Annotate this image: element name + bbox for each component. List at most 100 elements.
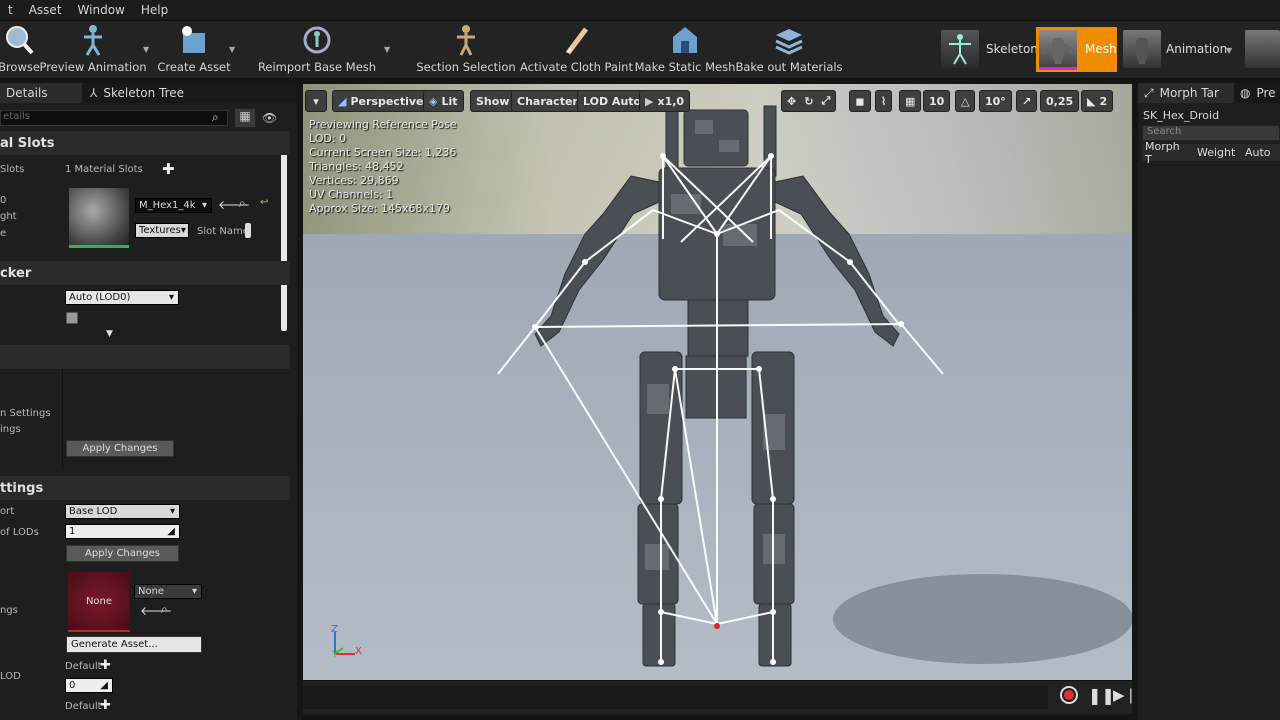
step-forward-icon[interactable]: ▶❘ [1113,686,1137,704]
tab-preview-scene[interactable]: ◍ Pre [1234,83,1280,103]
base-lod-value: Base LOD [69,506,118,517]
skeleton-mode-thumbnail[interactable] [941,30,979,68]
character-button[interactable]: Character [511,90,584,112]
apply-changes-button[interactable]: Apply Changes [66,440,174,457]
advanced-expand-icon[interactable]: ▼ [106,329,113,339]
menu-file[interactable]: t [0,3,21,17]
static-mesh-icon [673,27,697,53]
browse-lod-settings-search-icon[interactable]: ⌕ [161,602,168,617]
menu-asset[interactable]: Asset [21,3,70,17]
add-default-icon[interactable]: ✚ [100,658,111,673]
menu-help[interactable]: Help [133,3,176,17]
section-selection-icon [457,25,475,56]
lod-settings-thumbnail[interactable]: None [68,572,130,632]
base-lod-combo[interactable]: Base LOD ▾ [65,504,180,519]
timeline-track[interactable] [303,685,1048,709]
play-rate-button[interactable]: ▶ x1,0 [639,90,691,112]
material-thumbnail[interactable] [69,188,129,248]
reimport-dropdown-icon[interactable]: ▼ [384,45,390,54]
translate-icon[interactable]: ✥ [787,95,796,108]
scale-snap-icon: ↗ [1022,94,1032,108]
generate-asset-button[interactable]: Generate Asset... [66,636,202,653]
tab-morph-targets[interactable]: ⤢ Morph Tar [1138,83,1234,103]
scale-icon[interactable]: ⤢ [821,94,830,108]
create-asset-button[interactable]: Create Asset [157,21,231,79]
col-auto[interactable]: Auto [1239,146,1271,159]
grid-snap-value[interactable]: 10 [923,90,951,112]
apply-lod-changes-button[interactable]: Apply Changes [66,545,179,562]
material-combo[interactable]: M_Hex1_4k ▾ [135,198,212,213]
perspective-button[interactable]: ◢ Perspective [332,90,430,112]
lod-auto-button[interactable]: LOD Auto [577,90,648,112]
details-scrollbar[interactable] [281,135,287,331]
skeleton-mode-label[interactable]: Skeleton [986,42,1038,56]
world-local-button[interactable]: ◼ [849,90,871,112]
surface-snap-button[interactable]: ⌇ [875,90,893,112]
reset-icon[interactable]: ↩ [260,197,268,208]
bake-out-materials-button[interactable]: Bake out Materials [735,21,843,79]
add-default-icon[interactable]: ✚ [100,698,111,713]
lod-picker-combo[interactable]: Auto (LOD0) ▾ [65,290,179,305]
menu-window[interactable]: Window [70,3,133,17]
lod-index-input[interactable]: 0 ◢ [65,678,113,693]
mid-label-1: ings [0,424,21,435]
slot-name-input[interactable] [245,223,251,238]
textures-dropdown[interactable]: Textures ▾ [135,223,189,238]
lod-picker-header[interactable]: cker [0,261,290,285]
transform-tools: ✥ ↻ ⤢ [781,90,837,112]
scale-snap-button[interactable]: ↗ [1016,90,1038,112]
lod-settings-header[interactable]: ttings [0,476,290,500]
camera-speed-button[interactable]: ◣ 2 [1081,90,1114,112]
axis-z-label: Z [331,624,338,635]
globe-icon: ◍ [1240,86,1251,100]
lit-button[interactable]: ◈ Lit [423,90,464,112]
rotation-snap-label: 10° [985,94,1006,108]
tab-preview-scene-label: Pre [1256,86,1276,100]
show-button[interactable]: Show [470,90,516,112]
property-matrix-button[interactable]: ▦ [234,108,256,128]
preview-animation-button[interactable]: Preview Animation [39,21,147,79]
default-label-2: Default [65,701,102,712]
col-weight[interactable]: Weight [1179,146,1239,159]
tab-details[interactable]: Details [0,83,82,103]
animation-mode-label[interactable]: Animation [1166,42,1227,56]
col-morph-target[interactable]: Morph T [1142,140,1180,166]
animation-mode-dropdown-icon[interactable]: ▼ [1226,46,1232,55]
stat-screen-size: Current Screen Size: 1,236 [309,146,457,159]
physics-mode-thumbnail[interactable] [1245,30,1280,68]
preview-animation-dropdown-icon[interactable]: ▼ [143,45,149,54]
viewport[interactable]: ▾ ◢ Perspective ◈ Lit Show Character LOD A… [303,84,1132,680]
viewport-options-button[interactable]: ▾ [305,90,327,112]
create-asset-icon [182,26,205,53]
section-selection-button[interactable]: Section Selection [416,21,516,79]
mid-section-header[interactable] [0,345,290,369]
mesh-mode-tab[interactable]: Mesh [1036,27,1117,72]
custom-lod-checkbox[interactable] [66,312,78,324]
pause-icon[interactable]: ❚❚ [1088,686,1115,705]
activate-cloth-paint-button[interactable]: Activate Cloth Paint [520,21,633,79]
animation-mode-thumbnail[interactable] [1123,30,1161,68]
lod-settings-combo[interactable]: None ▾ [134,584,202,599]
tab-skeleton-tree[interactable]: ⅄ Skeleton Tree [84,83,224,103]
add-material-icon[interactable]: ✚ [162,160,175,178]
number-of-lods-input[interactable]: 1 ◢ [65,524,180,539]
material-slots-header[interactable]: al Slots [0,131,290,155]
browse-material-search-icon[interactable]: ⌕ [239,196,246,211]
number-of-lods-label: of LODs [0,527,39,538]
apply-changes-label: Apply Changes [82,443,158,454]
eye-icon[interactable]: 👁 [262,111,277,125]
details-search-input[interactable]: etails [0,110,228,126]
bake-out-materials-label: Bake out Materials [735,60,843,74]
create-asset-dropdown-icon[interactable]: ▼ [229,45,235,54]
make-static-mesh-button[interactable]: Make Static Mesh [635,21,735,79]
reimport-base-mesh-button[interactable]: Reimport Base Mesh [258,21,376,79]
rotation-snap-value[interactable]: 10° [979,90,1012,112]
rotate-icon[interactable]: ↻ [804,95,813,108]
record-icon[interactable] [1060,686,1078,704]
grid-snap-button[interactable]: ▦ [899,90,922,112]
lit-icon: ◈ [429,94,438,108]
scale-snap-value[interactable]: 0,25 [1040,90,1080,112]
browse-button[interactable]: Browse [0,21,40,79]
material-slots-row-label: Slots [0,164,25,175]
rotation-snap-button[interactable]: △ [955,90,976,112]
